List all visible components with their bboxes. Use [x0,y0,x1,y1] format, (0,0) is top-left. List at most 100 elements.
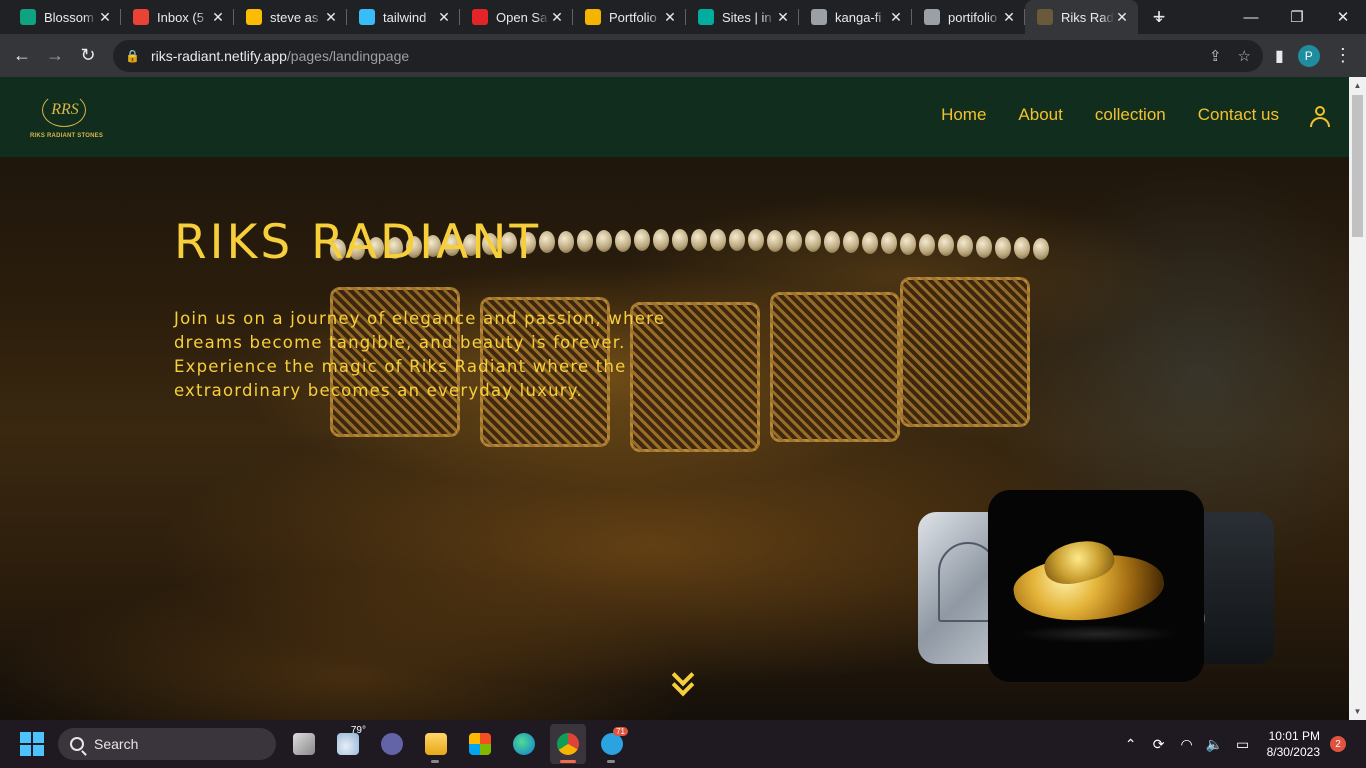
tab-close-icon[interactable]: ✕ [662,9,678,26]
taskbar-apps: 79° 71 [286,724,630,764]
pearl [577,230,593,253]
telegram-icon[interactable]: 71 [594,724,630,764]
browser-tab[interactable]: kanga-fi ✕ [799,0,912,34]
tab-label: Sites | in [722,9,772,25]
clock-time: 10:01 PM [1268,729,1320,743]
telegram-badge: 71 [613,727,628,736]
tab-close-icon[interactable]: ✕ [323,9,339,26]
nav-link-home[interactable]: Home [941,105,986,125]
browser-tab-strip: Blossom ✕ Inbox (5 ✕ steve as ✕ tailwind ✕ Open … [0,0,1366,34]
tab-label: steve as [270,9,319,25]
nav-link-about[interactable]: About [1018,105,1062,125]
taskbar-search-label: Search [94,736,139,752]
scroll-down-arrow-icon[interactable]: ▼ [1349,703,1366,720]
battery-icon[interactable]: ▭ [1231,736,1255,753]
address-bar[interactable]: 🔒 riks-radiant.netlify.app/pages/landing… [113,39,1263,72]
windows-start-icon[interactable] [20,732,44,756]
browser-tab[interactable]: Inbox (5 ✕ [121,0,234,34]
tab-close-icon[interactable]: ✕ [210,9,226,26]
tab-close-icon[interactable]: ✕ [1114,9,1130,26]
globe-icon [924,9,940,25]
scroll-up-arrow-icon[interactable]: ▲ [1349,77,1366,94]
forward-button[interactable]: → [39,40,71,72]
reload-button[interactable]: ↻ [72,40,104,72]
scrollbar-thumb[interactable] [1352,95,1363,237]
pearl [672,229,688,252]
riks-favicon [1037,9,1053,25]
pearl [748,229,764,252]
volume-icon[interactable]: 🔈 [1203,736,1227,753]
pearl [957,234,973,257]
browser-tab[interactable]: Open Sa ✕ [460,0,573,34]
browser-tab[interactable]: portifolio ✕ [912,0,1025,34]
nav-link-collection[interactable]: collection [1095,105,1166,125]
page-scrollbar[interactable]: ▲ ▼ [1349,77,1366,720]
tab-close-icon[interactable]: ✕ [888,9,904,26]
browser-tab[interactable]: Blossom ✕ [8,0,121,34]
gallery-card-gold-nugget[interactable] [988,490,1204,682]
tab-close-icon[interactable]: ✕ [436,9,452,26]
wifi-icon[interactable]: ◠ [1175,736,1199,753]
tab-label: kanga-fi [835,9,882,25]
back-button[interactable]: ← [6,40,38,72]
share-icon[interactable]: ⇪ [1209,47,1222,65]
tab-close-icon[interactable]: ✕ [775,9,791,26]
task-view-icon[interactable] [286,724,322,764]
chrome-browser-icon[interactable] [550,724,586,764]
browser-toolbar: ← → ↻ 🔒 riks-radiant.netlify.app/pages/l… [0,34,1366,77]
pearl [539,231,555,254]
user-account-icon[interactable] [1309,105,1331,129]
side-panel-icon[interactable]: ▮ [1275,46,1284,66]
close-window-button[interactable]: ✕ [1320,0,1366,34]
tab-label: portifolio [948,9,998,25]
taskbar-clock[interactable]: 10:01 PM 8/30/2023 [1267,728,1320,760]
minimize-button[interactable]: — [1228,0,1274,34]
page-viewport: RRS RIKS RADIANT STONES Home About colle… [0,77,1349,720]
tab-label: Open Sa [496,9,548,25]
teams-meet-icon[interactable] [374,724,410,764]
file-explorer-icon[interactable] [418,724,454,764]
restore-button[interactable]: ❐ [1274,0,1320,34]
browser-tab[interactable]: Riks Rad ✕ [1025,0,1138,34]
bookmark-star-icon[interactable]: ☆ [1238,47,1251,65]
system-tray: ⌃ ⟳ ◠ 🔈 ▭ 10:01 PM 8/30/2023 2 [1119,720,1366,768]
browser-tab[interactable]: Portfolio ✕ [573,0,686,34]
scroll-down-icon[interactable] [671,667,695,699]
weather-temp: 79° [350,725,366,736]
tab-close-icon[interactable]: ✕ [1001,9,1017,26]
nav-link-contact[interactable]: Contact us [1198,105,1279,125]
url-host: riks-radiant.netlify.app [151,47,287,64]
necklace-tile [900,277,1030,427]
show-hidden-icons-chevron[interactable]: ⌃ [1119,736,1143,753]
featured-gallery [918,490,1278,685]
site-navbar: RRS RIKS RADIANT STONES Home About colle… [0,77,1349,157]
notification-badge[interactable]: 2 [1330,736,1346,752]
browser-tab[interactable]: steve as ✕ [234,0,347,34]
site-info-icon[interactable]: 🔒 [125,49,141,63]
browser-tab[interactable]: Sites | in ✕ [686,0,799,34]
microsoft-store-icon[interactable] [462,724,498,764]
google-slides-icon [585,9,601,25]
edge-browser-icon[interactable] [506,724,542,764]
tab-close-icon[interactable]: ✕ [97,9,113,26]
pearl [615,229,631,252]
pearl [862,231,878,254]
weather-widget-icon[interactable]: 79° [330,724,366,764]
tab-close-icon[interactable]: ✕ [549,9,565,26]
browser-tab[interactable]: tailwind ✕ [347,0,460,34]
pearl [653,229,669,252]
url-path: /pages/landingpage [286,47,410,64]
pearl [938,234,954,257]
tab-label: tailwind [383,9,427,25]
pearl [1014,237,1030,260]
tab-search-icon[interactable]: ⌄ [1136,0,1182,34]
sync-icon[interactable]: ⟳ [1147,736,1171,753]
logo-tagline: RIKS RADIANT STONES [30,133,104,139]
necklace-tile [770,292,900,442]
pearl [805,230,821,253]
taskbar-search[interactable]: Search [58,728,276,760]
pearl [596,229,612,252]
site-logo[interactable]: RRS RIKS RADIANT STONES [30,87,104,149]
menu-kebab-icon[interactable]: ⋮ [1334,45,1352,66]
profile-avatar[interactable]: P [1297,44,1320,67]
